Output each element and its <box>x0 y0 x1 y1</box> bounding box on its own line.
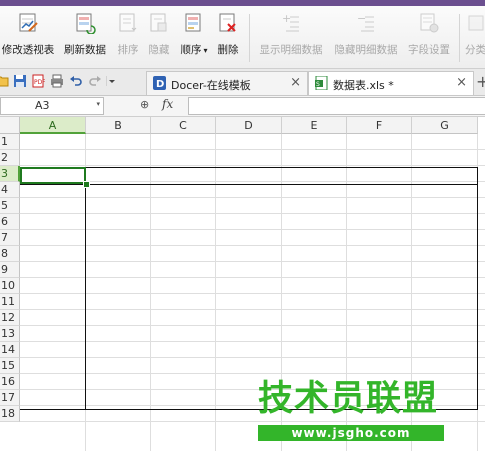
sort-button[interactable]: 排序 <box>114 12 142 64</box>
order-button[interactable]: 顺序 ▾ <box>177 12 211 64</box>
row-header-1[interactable]: 1 <box>0 134 20 150</box>
hide-button[interactable]: 隐藏 <box>145 12 173 64</box>
ribbon-toolbar: 修改透视表 刷新数据 排序 隐藏 顺序 ▾ 删除 + 显示明细数据 − 隐藏明细… <box>0 6 485 69</box>
tab-docer[interactable]: D Docer-在线模板 × <box>146 71 308 95</box>
field-settings-button[interactable]: 字段设置 <box>405 12 453 64</box>
column-header-f[interactable]: F <box>347 117 412 134</box>
column-header-b[interactable]: B <box>86 117 151 134</box>
refresh-data-icon <box>74 12 96 35</box>
fill-handle[interactable] <box>83 181 90 188</box>
xls-file-icon: S <box>315 75 328 91</box>
column-header-a[interactable]: A <box>20 117 86 134</box>
grid-line <box>20 165 485 166</box>
cell-border-range <box>85 184 478 410</box>
name-box[interactable]: A3 ▾ <box>0 97 104 115</box>
customize-dropdown-icon[interactable] <box>105 74 118 88</box>
row-header-2[interactable]: 2 <box>0 150 20 166</box>
show-detail-icon: + <box>280 12 302 34</box>
new-tab-button[interactable]: + <box>476 72 485 91</box>
row-header-6[interactable]: 6 <box>0 214 20 230</box>
edit-pivot-icon <box>17 12 39 34</box>
classify-button[interactable]: 分类 <box>465 12 485 64</box>
print-icon[interactable] <box>50 74 64 88</box>
edit-pivot-button[interactable]: 修改透视表 <box>0 12 58 64</box>
column-header-e[interactable]: E <box>282 117 347 134</box>
refresh-data-button[interactable]: 刷新数据 <box>60 12 110 64</box>
formula-bar: A3 ▾ ⊕ fx <box>0 96 485 117</box>
order-label: 顺序 <box>180 44 202 56</box>
tab-bar: PDF D Docer-在线模板 × S 数据表.xls * × + <box>0 69 485 96</box>
ribbon-separator <box>459 14 460 62</box>
cell-border-bottom <box>20 409 86 410</box>
column-header-c[interactable]: C <box>151 117 216 134</box>
row-header-13[interactable]: 13 <box>0 326 20 342</box>
save-icon[interactable] <box>13 74 27 88</box>
row-header-5[interactable]: 5 <box>0 198 20 214</box>
watermark-logo: 技术员联盟 <box>258 379 439 419</box>
formula-input[interactable] <box>188 97 485 115</box>
ribbon-separator <box>249 14 250 62</box>
show-detail-button[interactable]: + 显示明细数据 <box>256 12 326 64</box>
order-icon <box>183 12 205 34</box>
hide-icon <box>148 12 170 34</box>
svg-text:−: − <box>357 12 366 25</box>
active-cell-a3[interactable] <box>20 167 86 184</box>
svg-text:PDF: PDF <box>34 79 45 86</box>
grid-line <box>20 421 485 422</box>
redo-icon[interactable] <box>88 74 102 88</box>
field-settings-icon <box>418 12 440 34</box>
select-all-corner[interactable] <box>0 117 20 134</box>
folder-open-icon[interactable] <box>0 74 10 88</box>
delete-button[interactable]: 删除 <box>215 12 241 64</box>
zoom-search-icon[interactable]: ⊕ <box>140 98 149 111</box>
classify-icon <box>467 12 485 34</box>
column-header-d[interactable]: D <box>216 117 282 134</box>
close-icon[interactable]: × <box>290 75 301 90</box>
row-header-4[interactable]: 4 <box>0 182 20 198</box>
column-header-g[interactable]: G <box>412 117 478 134</box>
hide-detail-icon: − <box>355 12 377 34</box>
row-header-3[interactable]: 3 <box>0 166 20 182</box>
close-icon[interactable]: × <box>456 75 467 90</box>
undo-icon[interactable] <box>69 74 83 88</box>
name-box-value: A3 <box>35 99 50 112</box>
delete-icon <box>217 12 239 34</box>
row-header-17[interactable]: 17 <box>0 390 20 406</box>
grid-line <box>20 149 485 150</box>
row-header-7[interactable]: 7 <box>0 230 20 246</box>
row-header-8[interactable]: 8 <box>0 246 20 262</box>
function-icon[interactable]: fx <box>162 97 173 111</box>
watermark-url: www.jsgho.com <box>258 425 444 441</box>
chevron-down-icon[interactable]: ▾ <box>96 100 100 108</box>
row-header-11[interactable]: 11 <box>0 294 20 310</box>
tab-data-xls[interactable]: S 数据表.xls * × <box>308 71 474 95</box>
row-header-18[interactable]: 18 <box>0 406 20 422</box>
row-header-14[interactable]: 14 <box>0 342 20 358</box>
row-header-10[interactable]: 10 <box>0 278 20 294</box>
tab-label: 数据表.xls * <box>333 79 394 92</box>
row-header-16[interactable]: 16 <box>0 374 20 390</box>
docer-icon: D <box>153 76 166 90</box>
sort-icon <box>117 12 139 34</box>
row-header-15[interactable]: 15 <box>0 358 20 374</box>
row-header-9[interactable]: 9 <box>0 262 20 278</box>
chevron-down-icon: ▾ <box>203 46 208 55</box>
svg-text:D: D <box>156 79 164 90</box>
row-header-12[interactable]: 12 <box>0 310 20 326</box>
svg-text:+: + <box>282 12 291 25</box>
hide-detail-button[interactable]: − 隐藏明细数据 <box>331 12 401 64</box>
tab-label: Docer-在线模板 <box>171 79 251 92</box>
svg-text:S: S <box>316 81 320 88</box>
pdf-icon[interactable]: PDF <box>31 74 46 88</box>
